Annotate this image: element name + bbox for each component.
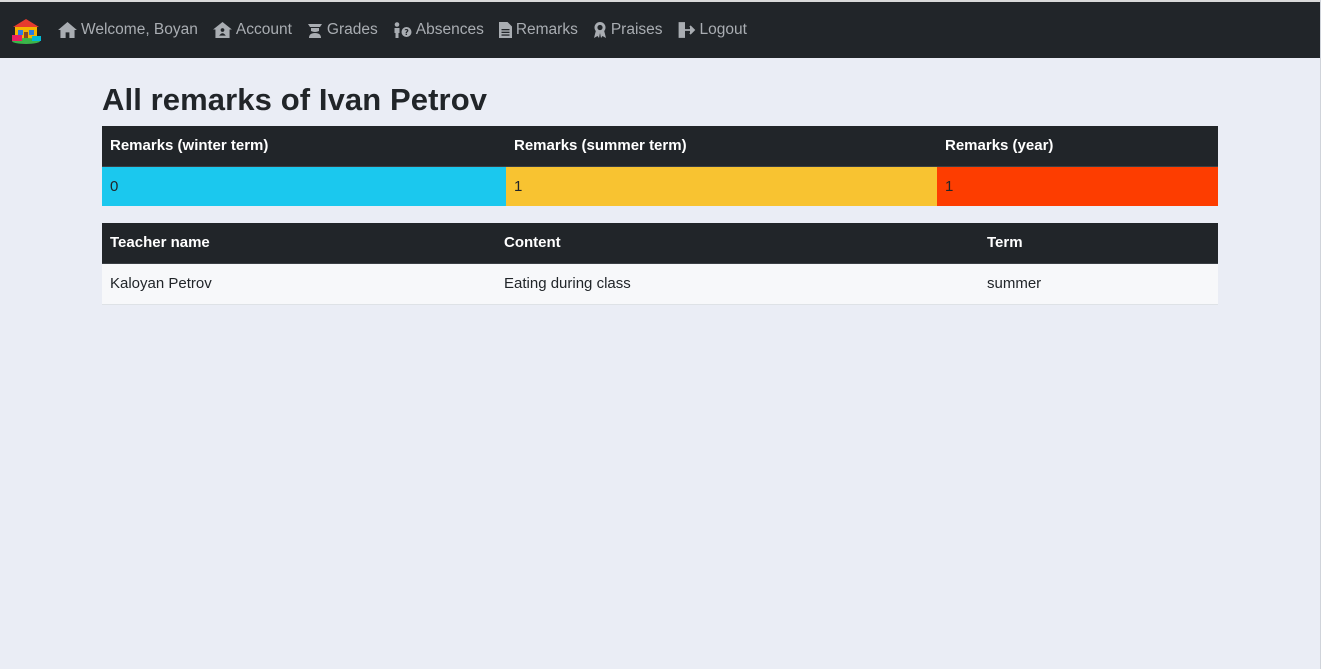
header-year: Remarks (year) <box>937 126 1218 167</box>
main-content: All remarks of Ivan Petrov Remarks (wint… <box>102 58 1218 305</box>
header-summer-term: Remarks (summer term) <box>506 126 937 167</box>
home-icon <box>58 22 77 38</box>
remarks-header-row: Teacher name Content Term <box>102 223 1218 264</box>
nav-welcome[interactable]: Welcome, Boyan <box>58 21 198 39</box>
nav-praises[interactable]: Praises <box>593 21 663 39</box>
account-home-icon <box>212 22 232 38</box>
teacher-name-cell: Kaloyan Petrov <box>102 263 496 305</box>
table-row: Kaloyan Petrov Eating during class summe… <box>102 263 1218 305</box>
nav-grades[interactable]: Grades <box>307 21 378 39</box>
summary-term-count: 1 <box>506 166 937 206</box>
remarks-summary-table: Remarks (winter term) Remarks (summer te… <box>102 126 1218 206</box>
summary-values-row: 0 1 1 <box>102 166 1218 206</box>
school-logo-icon[interactable] <box>10 17 42 45</box>
page-title: All remarks of Ivan Petrov <box>102 82 488 117</box>
nav-logout-label: Logout <box>699 21 747 38</box>
navbar: Welcome, Boyan Account Grades ? Absences… <box>0 0 1320 58</box>
nav-absences-label: Absences <box>415 21 484 38</box>
nav-logout[interactable]: Logout <box>678 21 747 39</box>
nav-absences[interactable]: ? Absences <box>393 21 484 39</box>
svg-text:?: ? <box>404 28 409 37</box>
person-question-icon: ? <box>394 22 412 38</box>
year-count: 1 <box>937 166 1218 206</box>
header-winter-term: Remarks (winter term) <box>102 126 506 167</box>
header-content: Content <box>496 223 979 264</box>
nav-remarks-label: Remarks <box>515 21 578 38</box>
summary-header-row: Remarks (winter term) Remarks (summer te… <box>102 126 1218 167</box>
nav-grades-label: Grades <box>326 21 378 38</box>
graduation-cap-icon <box>307 24 322 38</box>
nav-account[interactable]: Account <box>212 21 292 39</box>
nav-menu: Welcome, Boyan Account Grades ? Absences… <box>58 2 762 58</box>
award-icon <box>593 22 606 38</box>
nav-praises-label: Praises <box>610 21 663 38</box>
nav-account-label: Account <box>235 21 292 38</box>
document-icon <box>498 22 512 38</box>
winter-term-count: 0 <box>102 166 506 206</box>
nav-remarks[interactable]: Remarks <box>498 21 578 39</box>
header-teacher-name: Teacher name <box>102 223 496 264</box>
page: Welcome, Boyan Account Grades ? Absences… <box>0 0 1321 669</box>
nav-welcome-label: Welcome, Boyan <box>81 21 198 38</box>
remarks-table: Teacher name Content Term Kaloyan Petrov… <box>102 223 1218 305</box>
header-term: Term <box>979 223 1218 264</box>
term-cell: summer <box>979 263 1218 305</box>
logout-icon <box>678 22 695 38</box>
content-cell: Eating during class <box>496 263 979 305</box>
